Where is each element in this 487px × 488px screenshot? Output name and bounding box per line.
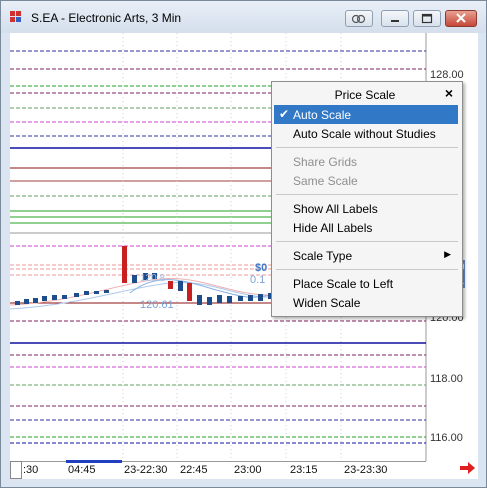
- candle: [122, 246, 127, 283]
- time-axis-label: 23:15: [290, 464, 318, 476]
- candle: [168, 281, 173, 289]
- scroll-right-arrow-icon[interactable]: [460, 462, 476, 474]
- menu-item-scale-type[interactable]: Scale Type ▶: [274, 246, 458, 265]
- menu-separator: [276, 241, 458, 242]
- candle: [84, 291, 89, 295]
- menu-separator: [276, 147, 458, 148]
- app-icon: [10, 11, 21, 22]
- candle: [74, 293, 79, 297]
- time-axis-label: 23:00: [234, 464, 262, 476]
- candle: [15, 301, 20, 305]
- menu-item-label: Share Grids: [293, 155, 358, 169]
- menu-title: Price Scale: [334, 88, 396, 102]
- candle: [207, 297, 212, 305]
- candle: [258, 294, 263, 301]
- menu-item-label: Auto Scale without Studies: [293, 127, 436, 141]
- menu-item-label: Same Scale: [293, 174, 358, 188]
- chart-window: S.EA - Electronic Arts, 3 Min 128.00 120…: [0, 0, 487, 488]
- price-scale-context-menu: Price Scale × ✔ Auto Scale Auto Scale wi…: [271, 81, 463, 317]
- study-label: 120.8: [140, 273, 166, 284]
- candle: [178, 281, 183, 291]
- submenu-arrow-icon: ▶: [444, 249, 451, 259]
- menu-item-auto-scale[interactable]: ✔ Auto Scale: [274, 105, 458, 124]
- link-icon: [351, 14, 366, 24]
- time-axis-label: 22:45: [180, 464, 208, 476]
- minimize-button[interactable]: [381, 10, 409, 27]
- time-axis-label: 23-22:30: [124, 464, 168, 476]
- check-icon: ✔: [279, 107, 290, 121]
- candle: [42, 296, 47, 301]
- candle: [217, 295, 222, 303]
- price-axis-label: 118.00: [430, 373, 463, 385]
- menu-item-show-all-labels[interactable]: Show All Labels: [274, 199, 458, 218]
- maximize-button[interactable]: [413, 10, 441, 27]
- time-axis[interactable]: :30 04:45 23-22:30 22:45 23:00 23:15 23-…: [10, 460, 426, 479]
- candle: [62, 295, 67, 299]
- scroll-position-bar: [66, 460, 122, 463]
- price-label: $0: [255, 262, 268, 274]
- menu-item-label: Auto Scale: [293, 108, 352, 122]
- candle: [104, 290, 109, 293]
- time-axis-label: 04:45: [68, 464, 96, 476]
- menu-item-hide-all-labels[interactable]: Hide All Labels: [274, 218, 458, 237]
- candle: [94, 291, 99, 294]
- menu-item-same-scale: Same Scale: [274, 171, 458, 190]
- candle: [24, 299, 29, 304]
- minimize-icon: [391, 20, 399, 22]
- candle: [248, 295, 253, 301]
- close-button[interactable]: [445, 10, 477, 27]
- close-icon: [456, 13, 466, 23]
- price-axis-label: 116.00: [430, 432, 463, 444]
- candle: [187, 283, 192, 301]
- maximize-icon: [421, 13, 433, 24]
- study-label: 120.61: [140, 299, 174, 311]
- link-button[interactable]: [345, 10, 373, 27]
- time-axis-label: :30: [23, 464, 39, 476]
- price-label: 0.1: [250, 274, 266, 286]
- menu-separator: [276, 269, 458, 270]
- candle: [227, 296, 232, 303]
- candle: [33, 298, 38, 303]
- candle: [238, 296, 243, 301]
- menu-item-label: Widen Scale: [293, 296, 361, 310]
- scroll-thumb[interactable]: [10, 461, 22, 479]
- time-axis-label: 23-23:30: [344, 464, 388, 476]
- menu-item-share-grids: Share Grids: [274, 152, 458, 171]
- title-bar[interactable]: S.EA - Electronic Arts, 3 Min: [1, 1, 486, 33]
- candle: [52, 295, 57, 300]
- menu-header: Price Scale ×: [272, 85, 462, 103]
- menu-close-icon[interactable]: ×: [445, 85, 453, 101]
- menu-item-auto-scale-without-studies[interactable]: Auto Scale without Studies: [274, 124, 458, 143]
- price-axis-label: 128.00: [430, 69, 464, 81]
- candle: [132, 275, 137, 283]
- menu-item-label: Scale Type: [293, 249, 353, 263]
- candle: [197, 295, 202, 305]
- menu-item-label: Hide All Labels: [293, 221, 373, 235]
- menu-item-label: Place Scale to Left: [293, 277, 394, 291]
- menu-item-widen-scale[interactable]: Widen Scale: [274, 293, 458, 312]
- window-title: S.EA - Electronic Arts, 3 Min: [31, 11, 182, 25]
- menu-item-place-scale-to-left[interactable]: Place Scale to Left: [274, 274, 458, 293]
- menu-separator: [276, 194, 458, 195]
- menu-item-label: Show All Labels: [293, 202, 378, 216]
